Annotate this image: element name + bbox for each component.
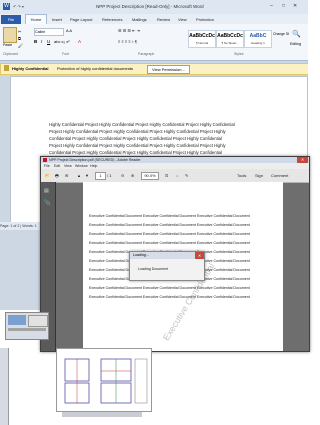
loading-dialog: Loading... ✕ Loading Document	[129, 251, 205, 281]
group-styles: Styles	[234, 52, 244, 56]
group-paragraph: Paragraph	[138, 52, 155, 56]
floor-plan-thumbnail[interactable]	[56, 348, 152, 412]
group-clipboard: Clipboard	[3, 52, 18, 56]
editing-button[interactable]: Editing	[290, 42, 308, 46]
fit-width-icon[interactable]: ⇔	[175, 169, 179, 182]
ribbon-tabs: File Home Insert Page Layout References …	[0, 14, 308, 24]
style-name: ¶ Normal	[195, 41, 209, 45]
pdf-line: Executive Confidential Document Executiv…	[89, 286, 250, 290]
zoom-out-icon[interactable]: ⊖	[121, 169, 124, 182]
style-heading-1[interactable]: AaBbC Heading 1	[244, 30, 272, 48]
lock-icon	[4, 65, 9, 71]
taskbar-thumbnail[interactable]	[5, 312, 49, 340]
doc-line: Project Highly Confidential Project High…	[49, 143, 226, 148]
list-icons[interactable]: ☰ ☰ ☰ ⇤ ⇥	[118, 28, 140, 33]
pdf-line: Executive Confidential Document Executiv…	[89, 214, 250, 218]
tab-view[interactable]: View	[178, 15, 187, 24]
thumb-image	[8, 328, 46, 331]
horizontal-scrollbar[interactable]	[62, 412, 142, 417]
doc-line: Confidential Project Highly Confidential…	[49, 150, 222, 155]
tools-pane[interactable]: Tools	[237, 169, 246, 182]
window-title: NPP Project Description [Read-Only] - Mi…	[96, 4, 204, 9]
prev-page-icon[interactable]: ▲	[77, 169, 81, 182]
quick-access-icons[interactable]: ↶ ↷ ▾	[13, 4, 24, 9]
style-name: ¶ No Spaci...	[221, 41, 239, 45]
comment-icon[interactable]: ✎	[185, 169, 188, 182]
print-icon[interactable]: 🖶	[55, 169, 59, 182]
minimize-icon[interactable]: –	[270, 3, 273, 9]
tab-insert[interactable]: Insert	[52, 15, 62, 24]
thumb-image	[28, 315, 48, 327]
bold-icon[interactable]: B	[34, 39, 37, 44]
font-name-box[interactable]: Calibri	[34, 28, 64, 36]
page-thumbnails-icon[interactable]: ▤	[44, 188, 49, 194]
close-icon[interactable]: ✕	[293, 3, 297, 9]
loading-text: Loading Document	[138, 267, 169, 271]
grow-font-icon[interactable]: A A	[66, 28, 72, 33]
group-font: Font	[62, 52, 70, 56]
email-icon[interactable]: ✉	[65, 169, 68, 182]
pdf-line: Executive Confidential Document Executiv…	[89, 232, 250, 236]
reader-window: NPP Project Description.pdf (SECURED) - …	[40, 156, 310, 352]
word-title-bar: W ↶ ↷ ▾ NPP Project Description [Read-On…	[0, 0, 308, 14]
infobar-message: Protection of highly confidential docume…	[57, 66, 134, 71]
tab-home[interactable]: Home	[25, 14, 47, 24]
tab-page-layout[interactable]: Page Layout	[70, 15, 92, 24]
permission-infobar: Highly Confidential Protection of highly…	[0, 63, 308, 75]
side-panel	[0, 348, 9, 425]
change-styles-button[interactable]: Change Styles	[273, 32, 289, 36]
italic-icon[interactable]: I	[41, 39, 42, 44]
word-app-icon: W	[3, 3, 10, 10]
page-number-input[interactable]: 1	[95, 172, 106, 180]
loading-title: Loading...	[133, 253, 149, 257]
underline-icon[interactable]: U	[47, 39, 50, 44]
style-sample: AaBbCcDc	[189, 33, 215, 39]
cut-icon[interactable]: ✂	[18, 29, 21, 34]
comment-pane[interactable]: Comment	[271, 169, 288, 182]
infobar-title: Highly Confidential	[12, 66, 49, 71]
style-sample: AaBbCcDc	[217, 33, 243, 39]
zoom-level[interactable]: 90.0%	[141, 172, 159, 180]
attachment-icon[interactable]: 📎	[44, 200, 50, 206]
paste-label: Paste	[3, 43, 13, 47]
page-total: / 1	[107, 173, 112, 178]
zoom-in-icon[interactable]: ⊕	[131, 169, 134, 182]
sign-pane[interactable]: Sign	[255, 169, 263, 182]
style-sample: AaBbC	[249, 33, 267, 39]
copy-icon[interactable]: ⧉	[18, 36, 21, 41]
strike-sub-sup-icons[interactable]: abc x₂ x²	[54, 39, 70, 44]
doc-line: Project Highly Confidential Project High…	[49, 129, 226, 134]
doc-line: Highly Confidential Project Highly Confi…	[49, 122, 235, 127]
find-icon[interactable]: 🔍	[292, 30, 301, 38]
open-icon[interactable]: 📂	[45, 169, 50, 182]
tab-protection[interactable]: Protection	[196, 15, 214, 24]
tab-review[interactable]: Review	[157, 15, 170, 24]
tab-mailings[interactable]: Mailings	[132, 15, 147, 24]
tab-file[interactable]: File	[1, 15, 21, 24]
style-normal[interactable]: AaBbCcDc ¶ Normal	[188, 30, 216, 48]
next-page-icon[interactable]: ▼	[85, 169, 89, 182]
doc-line: Confidential Project Highly Confidential…	[49, 136, 222, 141]
loading-close-icon[interactable]: ✕	[195, 252, 204, 259]
ribbon: Paste ✂ ⧉ 🖌 Clipboard Calibri A A B I U …	[0, 24, 308, 61]
tab-references[interactable]: References	[102, 15, 122, 24]
view-permission-button[interactable]: View Permission...	[147, 65, 190, 74]
style-no-spacing[interactable]: AaBbCcDc ¶ No Spaci...	[216, 30, 244, 48]
style-name: Heading 1	[251, 41, 265, 45]
thumb-image	[8, 315, 26, 325]
reader-toolbar: 📂 🖶 ✉ ▲ ▼ 1 / 1 ⊖ ⊕ 90.0% ⊡ ⇔ ✎ Tools Si…	[41, 169, 309, 183]
paste-icon[interactable]	[3, 27, 17, 43]
loading-title-bar: Loading... ✕	[130, 252, 204, 259]
font-color-icon[interactable]: A	[78, 39, 81, 44]
format-painter-icon[interactable]: 🖌	[18, 43, 23, 48]
pdf-line: Executive Confidential Document Executiv…	[89, 295, 250, 299]
maximize-icon[interactable]: □	[282, 3, 285, 9]
align-icons[interactable]: ≡ ≡ ≡ ≡ ↕ ¶	[118, 39, 137, 44]
pdf-line: Executive Confidential Document Executiv…	[89, 223, 250, 227]
fit-page-icon[interactable]: ⊡	[165, 169, 168, 182]
adobe-app-icon	[43, 158, 47, 162]
floor-plan-drawing	[64, 358, 148, 404]
pdf-line: Executive Confidential Document Executiv…	[89, 241, 250, 245]
